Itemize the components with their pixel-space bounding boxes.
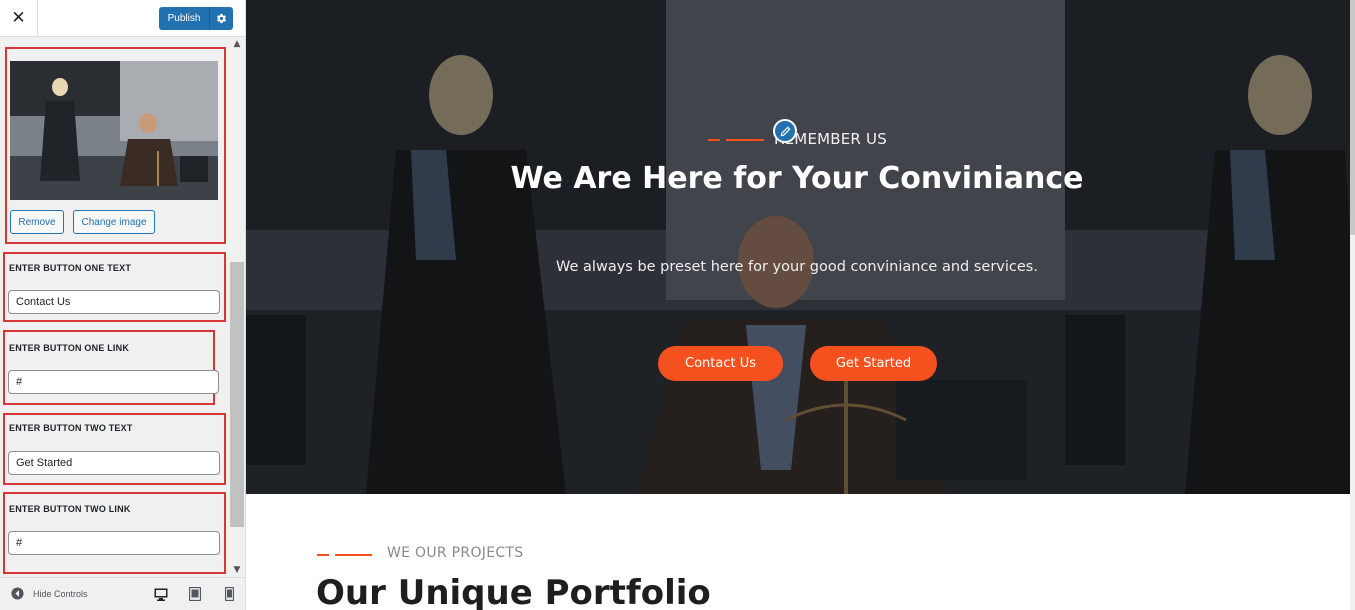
preview-scrollbar[interactable]	[1350, 0, 1355, 610]
scroll-down-arrow[interactable]: ▼	[229, 563, 245, 577]
image-control: Remove Change image	[5, 47, 226, 244]
sidebar-scroll-thumb[interactable]	[230, 262, 244, 527]
publish-button[interactable]: Publish	[159, 7, 209, 30]
hero-title: We Are Here for Your Conviniance	[510, 161, 1084, 196]
hero-overlay	[246, 0, 1350, 494]
close-customizer-button[interactable]: ✕	[0, 0, 38, 36]
field-label: ENTER BUTTON ONE LINK	[9, 343, 130, 353]
tablet-icon[interactable]	[188, 587, 202, 601]
site-preview: REMEMBER US We Are Here for Your Convini…	[246, 0, 1355, 610]
publish-settings-button[interactable]	[209, 7, 233, 30]
hero-description: We always be preset here for your good c…	[556, 259, 1038, 275]
customizer-footer: Hide Controls	[0, 577, 245, 610]
accent-dash	[317, 554, 329, 556]
hero-image-thumbnail-art	[10, 61, 218, 200]
hero-section: REMEMBER US We Are Here for Your Convini…	[246, 0, 1350, 494]
portfolio-title: Our Unique Portfolio	[316, 573, 711, 610]
customizer-controls-panel: Remove Change image ENTER BUTTON ONE TEX…	[0, 37, 245, 577]
button-one-link-control: ENTER BUTTON ONE LINK #	[3, 330, 219, 405]
gear-icon	[217, 13, 226, 24]
customizer-header: ✕ Publish	[0, 0, 245, 37]
projects-subheading: WE OUR PROJECTS	[387, 545, 524, 561]
preview-scroll-thumb[interactable]	[1350, 0, 1355, 235]
button-two-link-input[interactable]: #	[8, 531, 220, 555]
button-one-link-input[interactable]: #	[8, 370, 219, 394]
get-started-button[interactable]: Get Started	[810, 346, 937, 381]
desktop-icon[interactable]	[154, 587, 168, 601]
mobile-icon[interactable]	[222, 587, 236, 601]
change-image-button[interactable]: Change image	[73, 210, 155, 234]
button-two-text-control: ENTER BUTTON TWO TEXT Get Started	[3, 413, 226, 485]
close-icon: ✕	[11, 8, 26, 28]
accent-dash	[335, 554, 372, 556]
collapse-arrow-icon	[11, 587, 24, 600]
scroll-up-arrow[interactable]: ▲	[229, 37, 245, 51]
accent-dash	[726, 139, 764, 141]
hero-subheading: REMEMBER US	[774, 130, 887, 148]
field-label: ENTER BUTTON ONE TEXT	[9, 263, 132, 273]
accent-dash	[708, 139, 720, 141]
pencil-icon	[780, 126, 790, 136]
field-label: ENTER BUTTON TWO TEXT	[9, 423, 133, 433]
customizer-sidebar: ✕ Publish Remove Change image ENTER BUTT…	[0, 0, 246, 610]
remove-image-button[interactable]: Remove	[10, 210, 64, 234]
edit-shortcut-button[interactable]	[773, 119, 797, 143]
field-label: ENTER BUTTON TWO LINK	[9, 504, 131, 514]
button-two-link-control: ENTER BUTTON TWO LINK #	[3, 492, 226, 574]
button-one-text-input[interactable]: Contact Us	[8, 290, 220, 314]
button-one-text-control: ENTER BUTTON ONE TEXT Contact Us	[3, 252, 226, 322]
contact-us-button[interactable]: Contact Us	[658, 346, 783, 381]
button-two-text-input[interactable]: Get Started	[8, 451, 220, 475]
hide-controls-button[interactable]: Hide Controls	[11, 587, 88, 600]
sidebar-scrollbar[interactable]: ▲ ▼	[229, 37, 245, 577]
hero-image-thumbnail	[10, 61, 218, 200]
hide-controls-label: Hide Controls	[33, 588, 88, 599]
